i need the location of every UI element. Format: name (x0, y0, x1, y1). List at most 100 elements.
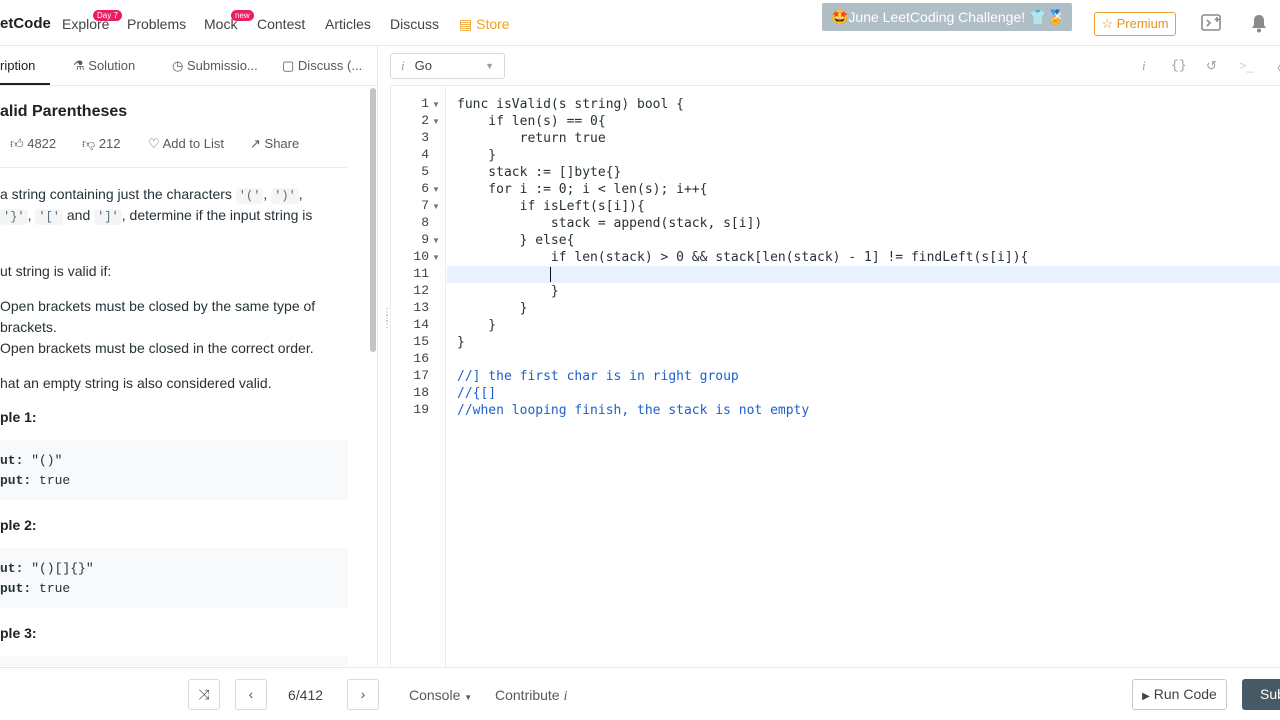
code-line[interactable]: //{[] (457, 385, 496, 402)
prev-problem-button[interactable]: ‹ (235, 679, 267, 710)
code-line[interactable]: stack = append(stack, s[i]) (457, 215, 762, 232)
nav-store[interactable]: ▤ Store (459, 16, 510, 33)
line-number: 5 (421, 164, 429, 179)
tab-discuss[interactable]: ▢ Discuss (... (282, 58, 362, 74)
rule-1-line-2: brackets. (0, 319, 57, 335)
code-line[interactable]: } else{ (457, 232, 575, 249)
dislike-count: 212 (98, 136, 121, 151)
code-line[interactable]: stack := []byte{} (457, 164, 621, 181)
shuffle-button[interactable]: ⤨ (188, 679, 220, 710)
line-number: 18 (413, 385, 429, 400)
desc-text: , determine if the input string is (121, 207, 313, 223)
run-code-button[interactable]: ▶ Run Code (1132, 679, 1227, 710)
fold-chevron-icon[interactable]: ▼ (432, 185, 440, 194)
inline-code: '(' (235, 188, 264, 204)
console-button[interactable]: Console ▼ (409, 687, 472, 703)
nav-contest[interactable]: Contest (257, 16, 305, 32)
like-button[interactable]: 👍︎ 4822 (10, 136, 56, 152)
problem-tabs: ription ⚗ Solution ◷ Submissio... ▢ Disc… (0, 46, 377, 86)
promo-text: 🤩June LeetCoding Challenge! 👕🏅 (831, 9, 1064, 25)
current-line-highlight (447, 266, 1280, 283)
tab-solution-label: Solution (88, 58, 136, 73)
promo-banner[interactable]: 🤩June LeetCoding Challenge! 👕🏅 × (822, 3, 1072, 31)
example-1-box (0, 440, 348, 500)
fold-chevron-icon[interactable]: ▼ (432, 253, 440, 262)
braces-icon[interactable]: {} (1171, 58, 1187, 73)
code-line[interactable]: } (457, 147, 496, 164)
example-3-box (0, 656, 348, 666)
panel-scrollbar[interactable] (370, 88, 376, 352)
code-line[interactable]: for i := 0; i < len(s); i++{ (457, 181, 707, 198)
code-line[interactable]: } (457, 317, 496, 334)
valid-if-text: ut string is valid if: (0, 263, 112, 279)
rule-1-line-1: Open brackets must be closed by the same… (0, 298, 316, 314)
problem-pager[interactable]: 6/412 (288, 687, 323, 703)
line-number: 7 (421, 198, 429, 213)
nav-articles[interactable]: Articles (325, 16, 371, 32)
playground-icon[interactable] (1201, 13, 1223, 38)
line-number: 19 (413, 402, 429, 417)
example-1-output: put: true (0, 473, 70, 488)
nav-problems[interactable]: Problems (127, 16, 186, 32)
top-navbar: etCode Explore Day 7 Problems Mock new C… (0, 0, 1280, 46)
example-2-title: ple 2: (0, 517, 37, 533)
code-line[interactable]: if len(s) == 0{ (457, 113, 605, 130)
line-number: 11 (413, 266, 429, 281)
inline-code: ')' (271, 188, 299, 204)
code-line[interactable]: func isValid(s string) bool { (457, 96, 684, 113)
reset-icon[interactable]: ↺ (1206, 58, 1217, 74)
close-icon[interactable]: × (1053, 3, 1062, 31)
contribute-button[interactable]: Contribute i (495, 687, 567, 705)
example-2-box (0, 548, 348, 608)
dislike-button[interactable]: 👎︎ 212 (82, 136, 121, 152)
code-line[interactable]: if isLeft(s[i]){ (457, 198, 645, 215)
chevron-down-icon: ▼ (485, 61, 494, 71)
info-icon[interactable]: i (1142, 58, 1146, 74)
tab-submissions-label: Submissio... (186, 58, 258, 73)
nav-explore-badge: Day 7 (93, 10, 122, 21)
fold-chevron-icon[interactable]: ▼ (432, 100, 440, 109)
code-line[interactable]: } (457, 300, 528, 317)
inline-code: '[' (35, 209, 63, 225)
line-number: 4 (421, 147, 429, 162)
code-line[interactable]: if len(stack) > 0 && stack[len(stack) - … (457, 249, 1028, 266)
fullscreen-icon[interactable]: 〈 (1270, 58, 1280, 77)
fold-chevron-icon[interactable]: ▼ (432, 236, 440, 245)
inline-code: '}' (0, 209, 28, 225)
fold-chevron-icon[interactable]: ▼ (432, 202, 440, 211)
tab-discuss-label: Discuss (... (297, 58, 363, 73)
code-editor[interactable]: 1 ▼ 2 ▼ 3 4 5 6 ▼ 7 ▼ 8 9 ▼ 10 ▼ 11 12 13 14 15 16 17 18 19 func… (390, 87, 1280, 667)
code-line[interactable]: } (457, 283, 559, 300)
terminal-icon[interactable]: >_ (1239, 58, 1254, 73)
desc-text: , (298, 186, 303, 202)
premium-button[interactable]: ☆ Premium (1094, 12, 1176, 36)
heart-icon: ♡ (148, 136, 160, 151)
divider (0, 167, 347, 168)
panel-splitter[interactable]: ⋮ ⋮ ⋮ (382, 308, 392, 360)
tab-solution[interactable]: ⚗ Solution (73, 58, 135, 74)
language-select[interactable]: i Go ▼ (390, 53, 505, 79)
code-line[interactable]: //when looping finish, the stack is not … (457, 402, 809, 419)
console-label: Console (409, 687, 461, 703)
output-value: true (31, 473, 71, 488)
share-icon: ↗ (250, 136, 261, 151)
fold-chevron-icon[interactable]: ▼ (432, 117, 440, 126)
problem-title: alid Parentheses (0, 103, 128, 120)
next-problem-button[interactable]: › (347, 679, 379, 710)
nav-discuss[interactable]: Discuss (390, 16, 439, 32)
code-line[interactable] (457, 266, 551, 283)
code-line[interactable]: } (457, 334, 465, 351)
site-logo[interactable]: etCode (0, 15, 51, 32)
code-line[interactable]: return true (457, 130, 606, 147)
add-to-list-button[interactable]: ♡ Add to List (148, 136, 224, 152)
share-button[interactable]: ↗ Share (250, 136, 299, 152)
input-label: ut: (0, 453, 24, 468)
line-number: 14 (413, 317, 429, 332)
bell-icon[interactable] (1250, 13, 1268, 38)
line-number: 13 (413, 300, 429, 315)
tab-description[interactable]: ription (0, 58, 35, 73)
tab-submissions[interactable]: ◷ Submissio... (172, 58, 258, 74)
code-line[interactable]: //] the first char is in right group (457, 368, 739, 385)
submit-button[interactable]: Sub (1242, 679, 1280, 710)
clock-icon: ◷ (172, 58, 184, 73)
